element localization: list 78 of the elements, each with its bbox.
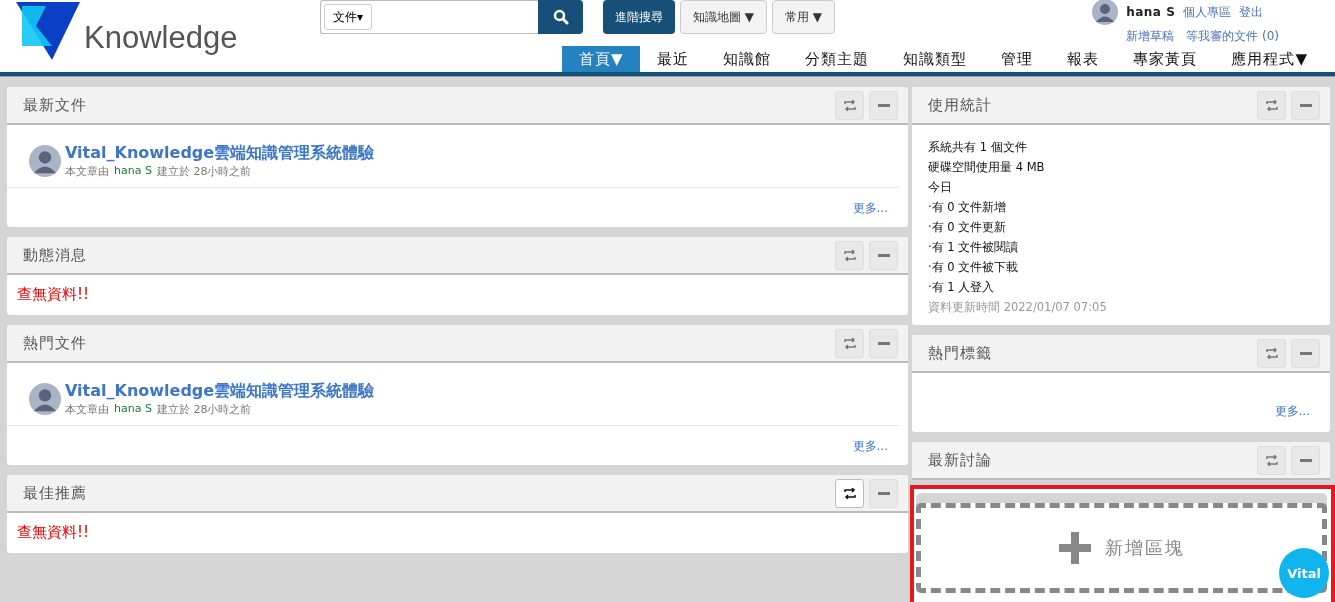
avatar-icon [29,145,61,177]
scope-dropdown[interactable]: 文件▾ [324,4,373,30]
panel-title: 最新討論 [928,450,992,470]
no-data-message: 查無資料!! [16,522,91,543]
panel-title: 熱門文件 [23,333,87,353]
plus-icon [1058,532,1091,564]
meta-text: 建立於 28小時之前 [156,164,252,179]
document-link[interactable]: Vital_Knowledge雲端知識管理系統體驗 [65,143,375,162]
meta-text: 建立於 28小時之前 [156,402,252,417]
panel-title: 熱門標籤 [928,343,992,363]
minus-icon [877,253,890,257]
user-name: hana S [1126,5,1176,19]
nav-tab[interactable]: 首頁▼ [561,46,641,72]
minimize-button[interactable] [869,90,898,120]
stat-line: ·有 1 人登入 [928,279,996,296]
stat-line: ·有 0 文件更新 [928,219,1008,236]
header-button[interactable]: 進階搜尋 [603,0,675,34]
swap-arrows-icon [842,249,857,261]
logo-text: Knowledge [84,20,238,56]
nav-tab[interactable]: 分類主題 [788,46,887,72]
minimize-button[interactable] [869,478,898,508]
update-time: 資料更新時間 2022/01/07 07:05 [928,299,1108,316]
refresh-button[interactable] [835,478,864,508]
stat-line: 硬碟空間使用量 4 MB [928,159,1046,176]
minus-icon [1299,458,1312,462]
minus-icon [877,103,890,107]
user-link[interactable]: 個人專區 [1183,3,1232,21]
author-link[interactable]: hana S [114,402,152,417]
no-data-message: 查無資料!! [16,284,91,305]
swap-arrows-icon [842,99,857,111]
panel-title: 使用統計 [928,95,992,115]
stat-line: 系統共有 1 個文件 [928,139,1028,156]
swap-arrows-icon [1264,347,1279,359]
stat-line: 今日 [928,179,953,196]
search-button[interactable] [538,0,583,34]
minus-icon [1299,351,1312,355]
meta-text: 本文章由 [65,164,109,179]
meta-text: 本文章由 [65,402,109,417]
minus-icon [877,341,890,345]
user-link[interactable]: 登出 [1239,3,1264,21]
nav-tab[interactable]: 知識館 [706,46,789,72]
nav-tab[interactable]: 應用程式▼ [1214,46,1325,72]
stat-line: ·有 0 文件新增 [928,199,1008,216]
swap-arrows-icon [842,487,857,499]
search-icon [552,9,569,25]
panel-title: 動態消息 [23,245,87,265]
stat-line: ·有 1 文件被閱讀 [928,239,1020,256]
avatar-icon [1092,0,1119,25]
minimize-button[interactable] [1291,445,1320,475]
author-link[interactable]: hana S [114,164,152,179]
swap-arrows-icon [1264,454,1279,466]
minimize-button[interactable] [1291,338,1320,368]
panel-title: 最新文件 [23,95,87,115]
logo-icon [16,2,80,60]
more-link[interactable]: 更多... [852,200,888,217]
swap-arrows-icon [1264,99,1279,111]
more-link[interactable]: 更多... [852,438,888,455]
avatar-icon [29,383,61,415]
nav-tab[interactable]: 報表 [1050,46,1117,72]
stat-line: ·有 0 文件被下載 [928,259,1020,276]
more-link[interactable]: 更多... [1274,403,1310,420]
panel-title: 最佳推薦 [23,483,87,503]
swap-arrows-icon [842,337,857,349]
user-link[interactable]: 新增草稿 [1126,27,1175,45]
document-link[interactable]: Vital_Knowledge雲端知識管理系統體驗 [65,381,375,400]
search-field[interactable]: 文件▾ [320,0,538,34]
header-button[interactable]: 常用 ▼ [772,0,836,34]
nav-tab[interactable]: 知識類型 [886,46,985,72]
minimize-button[interactable] [1291,90,1320,120]
nav-tab[interactable]: 專家黃頁 [1116,46,1215,72]
user-link[interactable]: 等我審的文件 (0) [1186,27,1279,45]
header-button[interactable]: 知識地圖 ▼ [680,0,768,34]
nav-tab[interactable]: 管理 [984,46,1051,72]
minimize-button[interactable] [869,240,898,270]
minimize-button[interactable] [869,328,898,358]
minus-icon [877,491,890,495]
minus-icon [1299,103,1312,107]
nav-tab[interactable]: 最近 [640,46,707,72]
